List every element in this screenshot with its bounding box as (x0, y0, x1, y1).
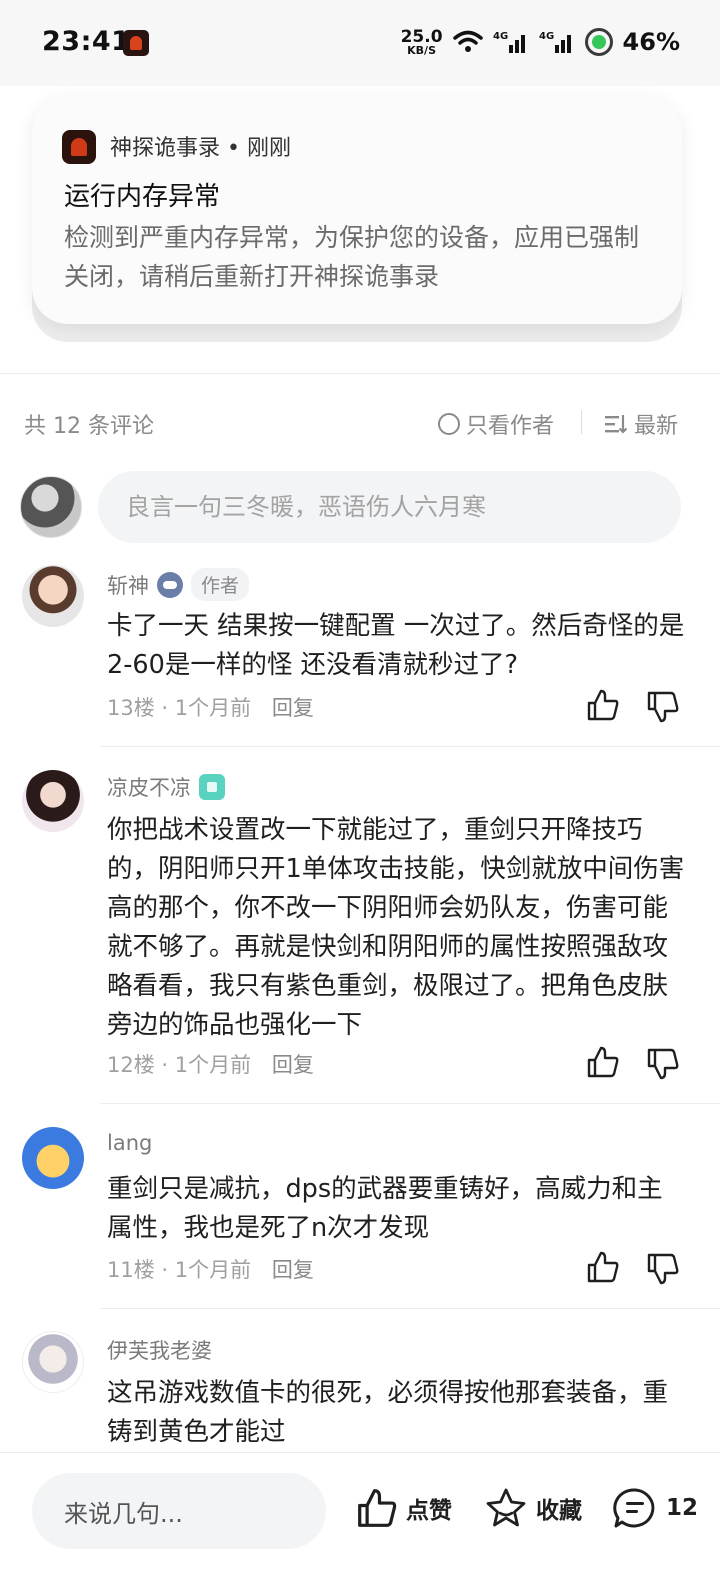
thumbs-up-icon[interactable] (586, 688, 620, 722)
reply-button[interactable]: 回复 (272, 1258, 314, 1282)
comment-time: 1个月前 (174, 1258, 252, 1282)
battery-charging-icon (584, 28, 613, 56)
comment-bubble-icon (613, 1488, 655, 1528)
sort-icon (605, 415, 628, 434)
comment-text: 这吊游戏数值卡的很死，必须得按他那套装备，重铸到黄色才能过 (107, 1378, 669, 1447)
thumbs-down-icon[interactable] (646, 690, 680, 724)
like-label: 点赞 (406, 1498, 452, 1524)
comment-meta: 13楼 · 1个月前 回复 (107, 692, 314, 722)
thumbs-down-icon[interactable] (646, 1047, 680, 1081)
signal-label-2: 4G (539, 31, 554, 42)
author-only-label: 只看作者 (466, 414, 555, 439)
notification-separator: • (227, 136, 247, 161)
battery-percent: 46% (622, 28, 680, 56)
cell-signal-icon-2: 4G (539, 31, 571, 53)
notification-app-name: 神探诡事录 (110, 136, 221, 161)
meta-dot: · (161, 1053, 175, 1077)
username: 伊芙我老婆 (107, 1339, 212, 1363)
wifi-icon (452, 30, 483, 52)
meta-dot: · (161, 1258, 175, 1282)
avatar[interactable] (22, 1127, 84, 1189)
username: 斩神 (107, 573, 149, 598)
bottom-input-placeholder: 来说几句... (64, 1499, 183, 1528)
signal-label-1: 4G (493, 31, 508, 42)
comment-user[interactable]: 伊芙我老婆 (107, 1335, 212, 1365)
bottom-comment-input[interactable]: 来说几句... (32, 1473, 326, 1549)
username: 凉皮不凉 (107, 776, 191, 800)
comment-floor: 11楼 (107, 1258, 155, 1282)
username: lang (107, 1131, 153, 1155)
thumbs-up-icon[interactable] (586, 1250, 620, 1284)
comment-text: 你把战术设置改一下就能过了，重剑只开降技巧的，阴阳师只开1单体攻击技能，快剑就放… (107, 815, 685, 1040)
notification-title: 运行内存异常 (64, 182, 221, 212)
comment-divider (100, 1103, 720, 1104)
comment-divider (100, 1308, 720, 1309)
notification-header: 神探诡事录 • 刚刚 (110, 130, 291, 162)
status-time: 23:41 (42, 26, 131, 57)
comment-time: 1个月前 (174, 696, 252, 720)
avatar[interactable] (22, 565, 84, 627)
gem-badge-icon (199, 774, 225, 800)
reply-button[interactable]: 回复 (272, 1053, 314, 1077)
notification-card[interactable]: 神探诡事录 • 刚刚 运行内存异常 检测到严重内存异常，为保护您的设备，应用已强… (32, 96, 682, 324)
divider (0, 373, 720, 374)
divider-vertical (581, 410, 582, 434)
comment-input[interactable] (98, 471, 681, 543)
network-speed: 25.0 KB/S (400, 26, 443, 56)
status-bar: 23:41 25.0 KB/S 4G 4G 46% (0, 0, 720, 86)
comment-user[interactable]: lang (107, 1131, 152, 1155)
star-icon (486, 1488, 526, 1527)
comments-button[interactable]: 12 (612, 1487, 698, 1529)
like-button[interactable]: 点赞 (356, 1487, 452, 1529)
comment-time: 1个月前 (174, 1053, 252, 1077)
comment-meta: 12楼 · 1个月前 回复 (107, 1049, 314, 1079)
favorite-label: 收藏 (536, 1498, 582, 1524)
bottom-action-bar: 来说几句... 点赞 收藏 12 (0, 1452, 720, 1584)
network-speed-value: 25.0 (400, 26, 443, 47)
thumbs-down-icon[interactable] (646, 1252, 680, 1286)
thumbs-up-icon (358, 1489, 397, 1527)
my-avatar[interactable] (20, 476, 82, 538)
status-indicators: 25.0 KB/S 4G 4G 46% (401, 26, 680, 58)
comment-text: 重剑只是减抗，dps的武器要重铸好，高威力和主属性，我也是死了n次才发现 (107, 1174, 663, 1243)
app-notification-icon (123, 30, 149, 56)
favorite-button[interactable]: 收藏 (484, 1487, 582, 1529)
cell-signal-icon: 4G (493, 31, 525, 53)
comment-floor: 12楼 (107, 1053, 155, 1077)
sort-button[interactable]: 最新 (604, 408, 678, 440)
reply-button[interactable]: 回复 (272, 696, 314, 720)
notification-time: 刚刚 (247, 136, 292, 161)
author-only-filter[interactable]: 只看作者 (438, 408, 554, 440)
meta-dot: · (161, 696, 175, 720)
thumbs-up-icon[interactable] (586, 1045, 620, 1079)
sort-label: 最新 (634, 414, 679, 439)
radio-icon (438, 413, 460, 435)
comment-meta: 11楼 · 1个月前 回复 (107, 1254, 314, 1284)
comment-user[interactable]: 凉皮不凉 (107, 772, 225, 802)
comment-count: 共 12 条评论 (24, 414, 154, 439)
avatar[interactable] (22, 1331, 84, 1393)
app-icon (62, 130, 96, 164)
comment-user[interactable]: 斩神 作者 (107, 568, 250, 601)
game-controller-badge-icon (157, 571, 183, 598)
comment-text: 卡了一天 结果按一键配置 一次过了。然后奇怪的是2-60是一样的怪 还没看清就秒… (107, 611, 685, 680)
comment-floor: 13楼 (107, 696, 155, 720)
comment-count-badge: 12 (666, 1495, 699, 1521)
avatar[interactable] (22, 770, 84, 832)
author-tag: 作者 (191, 568, 250, 601)
notification-body: 检测到严重内存异常，为保护您的设备，应用已强制关闭，请稍后重新打开神探诡事录 (64, 223, 640, 291)
comment-divider (100, 746, 720, 747)
